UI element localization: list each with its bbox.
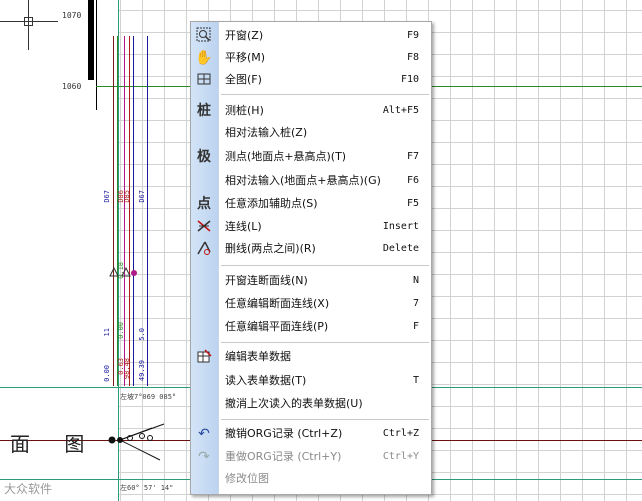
connect-line-icon — [195, 218, 213, 236]
profile-label: 0.00 — [117, 322, 125, 339]
menu-item-modify-bitmap[interactable]: 修改位图 — [191, 468, 431, 490]
pole-icon: 极 — [197, 149, 211, 165]
menu-item-survey-stake[interactable]: 桩 测桩(H) Alt+F5 — [191, 100, 431, 122]
menu-separator — [221, 265, 429, 266]
menu-item-pan[interactable]: ✋ 平移(M) F8 — [191, 47, 431, 69]
station-label-bottom: 左60° 57' 14" — [120, 484, 174, 492]
profile-label: 11 — [103, 328, 111, 337]
elevation-bar — [88, 0, 94, 80]
menu-item-relative-stake[interactable]: 相对法输入桩(Z) — [191, 122, 431, 144]
menu-item-window-section-line[interactable]: 开窗连断面线(N) N — [191, 270, 431, 292]
menu-item-full-extent[interactable]: 全图(F) F10 — [191, 69, 431, 91]
profile-line — [129, 36, 130, 386]
elevation-axis — [96, 0, 97, 110]
full-extent-icon — [195, 71, 213, 89]
profile-line — [133, 36, 134, 386]
context-menu: 开窗(Z) F9 ✋ 平移(M) F8 全图(F) F10 桩 测桩(H) Al… — [190, 21, 432, 495]
menu-item-relative-point[interactable]: 相对法输入(地面点+悬高点)(G) F6 — [191, 170, 431, 192]
redo-icon: ↷ — [198, 449, 210, 465]
section-points — [108, 423, 165, 461]
profile-label: D67 — [138, 190, 146, 203]
menu-item-edit-plane-line[interactable]: 任意编辑平面连线(P) F — [191, 316, 431, 338]
section-title: 面 图 — [10, 432, 99, 456]
edit-table-icon — [195, 348, 213, 366]
profile-label: D67 — [103, 190, 111, 203]
elevation-tick-1060: 1060 — [62, 82, 82, 91]
profile-label: 49.39 — [138, 360, 146, 382]
stake-icon: 桩 — [197, 103, 211, 119]
menu-item-connect-line[interactable]: 连线(L) Insert — [191, 216, 431, 238]
triangle-markers — [109, 266, 137, 277]
menu-item-delete-line[interactable]: 删线(两点之间)(R) Delete — [191, 238, 431, 260]
zoom-window-icon — [195, 27, 213, 45]
profile-axis-pane — [0, 0, 118, 501]
delete-line-icon — [195, 240, 213, 258]
profile-label: D85 — [123, 190, 131, 203]
profile-line — [113, 36, 114, 386]
menu-item-redo[interactable]: ↷ 重做ORG记录 (Ctrl+Y) Ctrl+Y — [191, 446, 431, 468]
menu-item-undo-read-table[interactable]: 撤消上次读入的表单数据(U) — [191, 393, 431, 415]
profile-label: 5.0 — [138, 328, 146, 341]
menu-item-edit-table[interactable]: 编辑表单数据 — [191, 346, 431, 368]
menu-separator — [221, 419, 429, 420]
menu-separator — [221, 342, 429, 343]
undo-icon: ↶ — [198, 426, 210, 442]
elevation-tick-1070: 1070 — [62, 11, 82, 20]
station-label-top: 左坡7°069 085° — [120, 393, 177, 401]
profile-label: 98.48 — [123, 358, 131, 380]
menu-item-read-table[interactable]: 读入表单数据(T) T — [191, 370, 431, 392]
crosshair-box — [24, 17, 33, 26]
profile-label: 0.00 — [103, 365, 111, 382]
menu-item-survey-point[interactable]: 极 测点(地面点+悬高点)(T) F7 — [191, 146, 431, 168]
menu-item-undo[interactable]: ↶ 撤销ORG记录 (Ctrl+Z) Ctrl+Z — [191, 423, 431, 445]
point-icon: 点 — [197, 196, 211, 212]
pan-hand-icon: ✋ — [195, 50, 213, 66]
watermark: 大众软件 — [4, 482, 53, 496]
menu-item-zoom-window[interactable]: 开窗(Z) F9 — [191, 25, 431, 47]
menu-item-edit-section-line[interactable]: 任意编辑断面连线(X) 7 — [191, 293, 431, 315]
menu-item-add-aux-point[interactable]: 点 任意添加辅助点(S) F5 — [191, 193, 431, 215]
menu-separator — [221, 94, 429, 95]
profile-line — [147, 36, 148, 386]
